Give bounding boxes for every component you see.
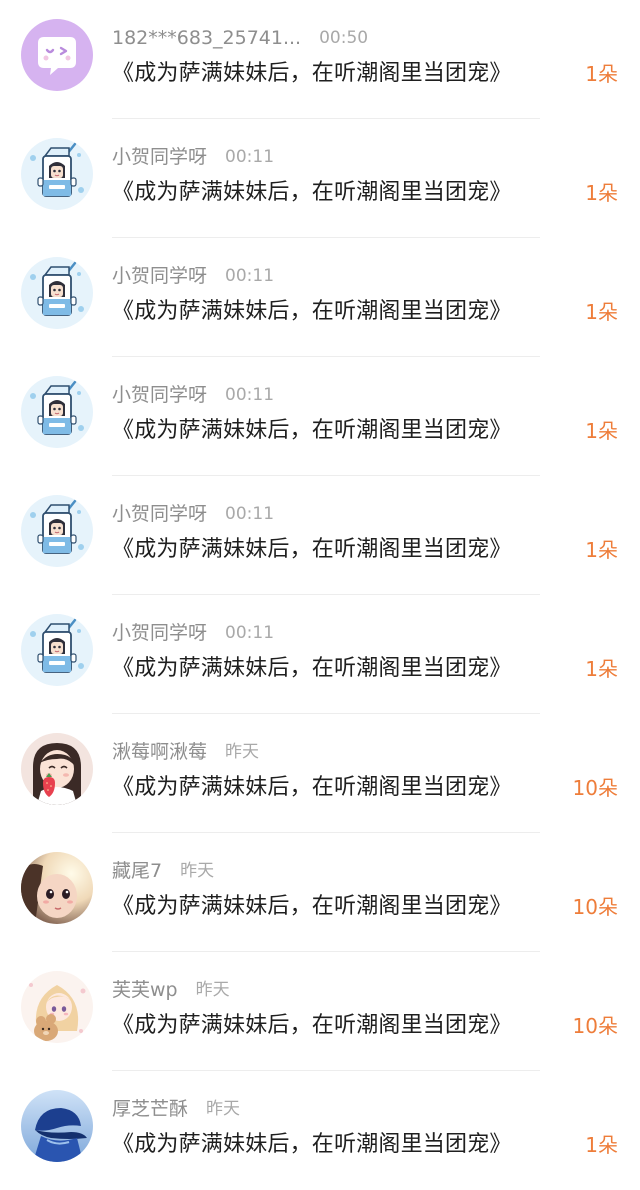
gift-amount: 1朵	[585, 62, 618, 86]
username[interactable]: 小贺同学呀	[112, 619, 207, 647]
timestamp: 昨天	[206, 1099, 241, 1119]
username[interactable]: 藏尾7	[112, 857, 162, 885]
book-title[interactable]: 《成为萨满妹妹后，在听潮阁里当团宠》	[112, 57, 512, 91]
row-meta: 182***683_25741... 00:50	[112, 24, 368, 52]
gift-amount: 1朵	[585, 657, 618, 681]
list-item[interactable]: 小贺同学呀 00:11 《成为萨满妹妹后，在听潮阁里当团宠》 1朵	[0, 476, 640, 595]
blue-cap-avatar[interactable]	[21, 1090, 93, 1162]
row-meta: 小贺同学呀 00:11	[112, 500, 274, 528]
gift-amount: 1朵	[585, 419, 618, 443]
book-title[interactable]: 《成为萨满妹妹后，在听潮阁里当团宠》	[112, 1009, 512, 1043]
wink-speech-bubble-avatar[interactable]	[21, 19, 93, 91]
username[interactable]: 小贺同学呀	[112, 262, 207, 290]
list-item[interactable]: 藏尾7 昨天 《成为萨满妹妹后，在听潮阁里当团宠》 10朵	[0, 833, 640, 952]
list-item[interactable]: 小贺同学呀 00:11 《成为萨满妹妹后，在听潮阁里当团宠》 1朵	[0, 357, 640, 476]
row-meta: 湫莓啊湫莓 昨天	[112, 738, 259, 766]
row-meta: 小贺同学呀 00:11	[112, 619, 274, 647]
row-meta: 厚芝芒酥 昨天	[112, 1095, 240, 1123]
book-title[interactable]: 《成为萨满妹妹后，在听潮阁里当团宠》	[112, 295, 512, 329]
row-meta: 小贺同学呀 00:11	[112, 381, 274, 409]
row-meta: 芙芙wp 昨天	[112, 976, 230, 1004]
row-meta: 小贺同学呀 00:11	[112, 262, 274, 290]
book-title[interactable]: 《成为萨满妹妹后，在听潮阁里当团宠》	[112, 890, 512, 924]
timestamp: 00:11	[225, 266, 275, 286]
list-item[interactable]: 小贺同学呀 00:11 《成为萨满妹妹后，在听潮阁里当团宠》 1朵	[0, 238, 640, 357]
book-title[interactable]: 《成为萨满妹妹后，在听潮阁里当团宠》	[112, 771, 512, 805]
timestamp: 昨天	[225, 742, 260, 762]
timestamp: 00:11	[225, 504, 275, 524]
timestamp: 00:50	[319, 28, 369, 48]
book-title[interactable]: 《成为萨满妹妹后，在听潮阁里当团宠》	[112, 533, 512, 567]
gift-amount: 1朵	[585, 538, 618, 562]
gift-record-list: 182***683_25741... 00:50 《成为萨满妹妹后，在听潮阁里当团…	[0, 0, 640, 1178]
list-item[interactable]: 小贺同学呀 00:11 《成为萨满妹妹后，在听潮阁里当团宠》 1朵	[0, 595, 640, 714]
username[interactable]: 小贺同学呀	[112, 381, 207, 409]
username[interactable]: 小贺同学呀	[112, 143, 207, 171]
glowing-face-avatar[interactable]	[21, 852, 93, 924]
milk-carton-avatar[interactable]	[21, 257, 93, 329]
username[interactable]: 厚芝芒酥	[112, 1095, 188, 1123]
list-item[interactable]: 芙芙wp 昨天 《成为萨满妹妹后，在听潮阁里当团宠》 10朵	[0, 952, 640, 1071]
anime-girl-with-bear-avatar[interactable]	[21, 971, 93, 1043]
gift-amount: 1朵	[585, 1133, 618, 1157]
book-title[interactable]: 《成为萨满妹妹后，在听潮阁里当团宠》	[112, 1128, 512, 1162]
girl-with-strawberry-avatar[interactable]	[21, 733, 93, 805]
list-item[interactable]: 厚芝芒酥 昨天 《成为萨满妹妹后，在听潮阁里当团宠》 1朵	[0, 1071, 640, 1190]
gift-amount: 1朵	[585, 181, 618, 205]
milk-carton-avatar[interactable]	[21, 495, 93, 567]
list-item[interactable]: 湫莓啊湫莓 昨天 《成为萨满妹妹后，在听潮阁里当团宠》 10朵	[0, 714, 640, 833]
gift-amount: 10朵	[572, 1014, 618, 1038]
timestamp: 昨天	[195, 980, 230, 1000]
gift-amount: 10朵	[572, 776, 618, 800]
gift-amount: 1朵	[585, 300, 618, 324]
milk-carton-avatar[interactable]	[21, 614, 93, 686]
username[interactable]: 182***683_25741...	[112, 24, 301, 52]
book-title[interactable]: 《成为萨满妹妹后，在听潮阁里当团宠》	[112, 652, 512, 686]
list-item[interactable]: 182***683_25741... 00:50 《成为萨满妹妹后，在听潮阁里当团…	[0, 0, 640, 119]
username[interactable]: 湫莓啊湫莓	[112, 738, 207, 766]
username[interactable]: 小贺同学呀	[112, 500, 207, 528]
book-title[interactable]: 《成为萨满妹妹后，在听潮阁里当团宠》	[112, 176, 512, 210]
milk-carton-avatar[interactable]	[21, 138, 93, 210]
username[interactable]: 芙芙wp	[112, 976, 178, 1004]
list-item[interactable]: 小贺同学呀 00:11 《成为萨满妹妹后，在听潮阁里当团宠》 1朵	[0, 119, 640, 238]
milk-carton-avatar[interactable]	[21, 376, 93, 448]
timestamp: 00:11	[225, 147, 275, 167]
timestamp: 00:11	[225, 385, 275, 405]
row-meta: 藏尾7 昨天	[112, 857, 214, 885]
timestamp: 昨天	[180, 861, 215, 881]
row-meta: 小贺同学呀 00:11	[112, 143, 274, 171]
timestamp: 00:11	[225, 623, 275, 643]
gift-amount: 10朵	[572, 895, 618, 919]
book-title[interactable]: 《成为萨满妹妹后，在听潮阁里当团宠》	[112, 414, 512, 448]
